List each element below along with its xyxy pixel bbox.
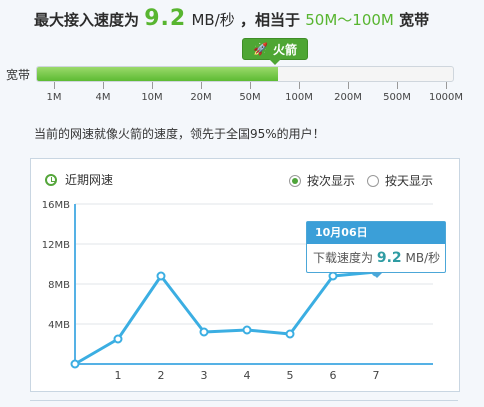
bandwidth-tick: 100M [279, 82, 319, 103]
recent-speed-panel: 近期网速 按次显示 按天显示 4MB 8MB 12MB 16MB 1 2 3 4 5 6 7 10月… [30, 158, 460, 392]
data-point [285, 329, 295, 339]
bandwidth-tick: 500M [377, 82, 417, 103]
speed-tooltip: 10月06日 下载速度为 9.2 MB/秒 [306, 221, 446, 278]
x-tick-label: 1 [115, 369, 122, 382]
bandwidth-tick: 10M [132, 82, 172, 103]
headline-unit: MB/秒 [191, 11, 235, 29]
tooltip-label: 下载速度为 [313, 251, 374, 265]
speed-series-line [74, 270, 377, 366]
data-point [328, 271, 338, 281]
bandwidth-tick: 1M [34, 82, 74, 103]
bandwidth-tick: 50M [230, 82, 270, 103]
headline-speed: 9.2 [144, 6, 187, 31]
rocket-badge: 🚀 火箭 [242, 38, 308, 65]
speed-headline: 最大接入速度为 9.2 MB/秒 ，相当于 50M～100M 宽带 [34, 6, 430, 31]
bandwidth-scale: 1M 4M 10M 20M 50M 100M 200M 500M 1000M [34, 82, 464, 112]
bandwidth-tick: 200M [328, 82, 368, 103]
bandwidth-tick: 20M [181, 82, 221, 103]
x-tick-label: 4 [244, 369, 251, 382]
data-point [199, 327, 209, 337]
headline-middle: ，相当于 [240, 11, 301, 29]
y-tick-label: 4MB [48, 320, 70, 331]
badge-label: 火箭 [272, 42, 297, 57]
x-tick-label: 3 [201, 369, 208, 382]
tooltip-value: 9.2 [376, 250, 402, 266]
bandwidth-label: 宽带 [6, 68, 31, 82]
tooltip-unit: MB/秒 [405, 251, 441, 265]
y-tick-label: 12MB [42, 240, 70, 251]
data-point [156, 271, 166, 281]
rocket-icon: 🚀 [253, 42, 268, 56]
headline-suffix: 宽带 [399, 11, 430, 29]
y-tick-label: 16MB [42, 200, 70, 211]
data-point [113, 334, 123, 344]
headline-range: 50M～100M [305, 11, 394, 29]
bandwidth-tick: 4M [83, 82, 123, 103]
x-tick-label: 6 [330, 369, 337, 382]
x-tick-label: 2 [158, 369, 165, 382]
data-point [70, 359, 80, 369]
x-tick-label: 5 [287, 369, 294, 382]
headline-prefix: 最大接入速度为 [34, 11, 140, 29]
tooltip-body: 下载速度为 9.2 MB/秒 [307, 244, 445, 272]
y-tick-label: 8MB [48, 280, 70, 291]
bandwidth-bar-fill [37, 67, 279, 81]
x-tick-label: 7 [373, 369, 380, 382]
speed-line-chart: 4MB 8MB 12MB 16MB 1 2 3 4 5 6 7 [42, 200, 433, 382]
speed-summary: 当前的网速就像火箭的速度，领先于全国95%的用户！ [34, 127, 325, 141]
data-point [242, 325, 252, 335]
bandwidth-bar [36, 66, 454, 82]
bandwidth-tick: 1000M [426, 82, 466, 103]
tooltip-date: 10月06日 [307, 222, 445, 244]
